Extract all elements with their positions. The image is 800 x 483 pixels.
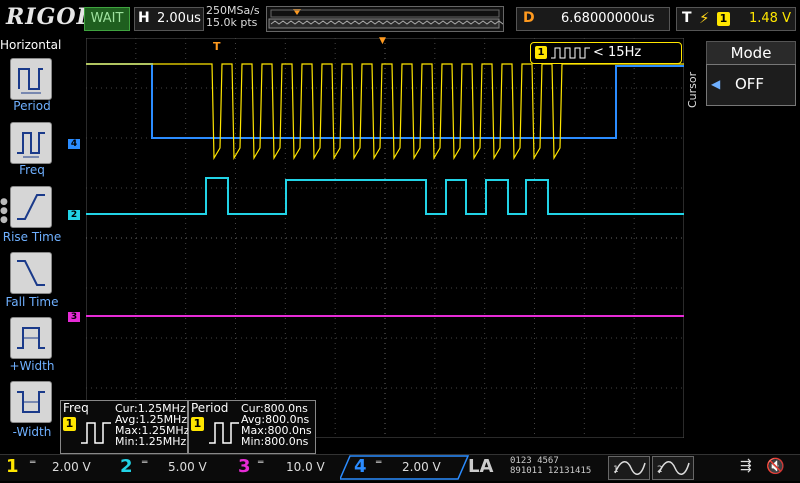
fall-time-icon — [17, 260, 45, 286]
rise-time-button[interactable] — [10, 186, 52, 228]
usb-icon: ⇶ — [740, 458, 752, 474]
menu-page-dots: ● ● ● — [0, 197, 8, 225]
measurement-channel-badge: 1 — [63, 417, 76, 431]
channel-3-scale: 10.0 V — [286, 460, 325, 474]
ch3-offset-marker[interactable]: 3 — [68, 312, 80, 322]
source-1-button[interactable]: 1 — [608, 456, 650, 480]
mode-title: Mode — [706, 41, 796, 65]
channel-1-scale: 2.00 V — [52, 460, 91, 474]
speaker-muted-icon[interactable]: 🔇 — [766, 457, 785, 475]
memory-waveform-icon — [268, 9, 503, 29]
mode-selector[interactable]: ◀ OFF — [706, 64, 796, 106]
dc-coupling-icon: ═ — [30, 458, 36, 468]
measurement-min: Min:1.25MHz — [115, 435, 187, 448]
delay-box[interactable]: D 6.68000000us — [516, 7, 670, 31]
dc-coupling-icon: ═ — [258, 458, 264, 468]
channel-4-tab[interactable]: 4 ═ 2.00 V — [348, 456, 464, 478]
period-label: Period — [13, 99, 51, 113]
frequency-icon — [81, 422, 111, 444]
measurement-values: Cur:1.25MHz Avg:1.25MHz Max:1.25MHz Min:… — [115, 403, 189, 447]
memory-overview-bar[interactable] — [266, 6, 504, 32]
freq-counter-channel-badge: 1 — [535, 46, 547, 59]
measurement-min: Min:800.0ns — [241, 435, 309, 448]
measurement-title: Period — [191, 401, 229, 415]
left-menu-title: Horizontal — [0, 38, 62, 52]
period-measurement-box[interactable]: Period 1 Cur:800.0ns Avg:800.0ns Max:800… — [188, 400, 316, 454]
timebase-value: 2.00us — [157, 11, 201, 26]
negative-width-icon — [17, 391, 45, 413]
cursor-menu-label: Cursor — [686, 71, 699, 109]
dc-coupling-icon: ═ — [376, 458, 382, 468]
channel-2-scale: 5.00 V — [168, 460, 207, 474]
trigger-source-badge: 1 — [717, 12, 730, 26]
freq-measurement-box[interactable]: Freq 1 Cur:1.25MHz Avg:1.25MHz Max:1.25M… — [60, 400, 189, 454]
measurement-channel-badge: 1 — [191, 417, 204, 431]
positive-width-label: +Width — [9, 359, 55, 373]
measurement-title: Freq — [63, 401, 89, 415]
positive-width-icon — [17, 327, 45, 349]
channel-4-scale: 2.00 V — [402, 460, 441, 474]
negative-width-button[interactable] — [10, 381, 52, 423]
logic-analyzer-label[interactable]: LA — [468, 456, 493, 477]
channel-4-number: 4 — [354, 456, 367, 477]
frequency-icon — [17, 132, 45, 158]
channel-3-tab[interactable]: 3 ═ 10.0 V — [232, 456, 348, 478]
horizontal-timebase-box[interactable]: H 2.00us — [134, 7, 204, 31]
trigger-level: 1.48 V — [749, 11, 791, 26]
source-2-number: 2 — [657, 465, 663, 475]
channel-3-number: 3 — [238, 456, 251, 477]
trigger-position-marker-icon: T — [213, 40, 221, 53]
rise-time-label: Rise Time — [2, 230, 62, 244]
fall-time-label: Fall Time — [5, 295, 59, 309]
trigger-box[interactable]: T ⚡ 1 1.48 V — [676, 7, 796, 31]
frequency-counter-readout: 1 < 15Hz — [530, 42, 682, 64]
measurement-values: Cur:800.0ns Avg:800.0ns Max:800.0ns Min:… — [241, 403, 312, 447]
square-pulse-icon — [551, 47, 590, 59]
digital-bits-bottom: 891011 12131415 — [510, 466, 592, 476]
trigger-key-label: T — [682, 10, 692, 26]
fall-time-button[interactable] — [10, 252, 52, 294]
period-button[interactable] — [10, 58, 52, 100]
center-marker-icon: ▼ — [379, 36, 386, 46]
channel-1-number: 1 — [6, 456, 19, 477]
period-icon — [18, 68, 43, 94]
dc-coupling-icon: ═ — [142, 458, 148, 468]
memory-depth: 15.0k pts — [206, 16, 258, 29]
source-2-button[interactable]: 2 — [652, 456, 694, 480]
freq-counter-value: < 15Hz — [593, 45, 642, 60]
freq-button[interactable] — [10, 122, 52, 164]
positive-width-button[interactable] — [10, 317, 52, 359]
digital-channel-bits[interactable]: 0123 4567 891011 12131415 — [510, 456, 591, 476]
acquisition-info: 250MSa/s 15.0k pts — [206, 5, 260, 29]
waveform-display[interactable] — [86, 38, 684, 438]
channel-1-tab[interactable]: 1 ═ 2.00 V — [0, 456, 116, 478]
delay-key-label: D — [523, 10, 535, 26]
horizontal-key-label: H — [138, 10, 150, 26]
negative-width-label: -Width — [12, 425, 52, 439]
ch2-offset-marker[interactable]: 2 — [68, 210, 80, 220]
period-icon — [209, 422, 239, 444]
rising-edge-icon: ⚡ — [699, 9, 710, 27]
left-arrow-icon: ◀ — [711, 77, 721, 91]
channel-2-tab[interactable]: 2 ═ 5.00 V — [116, 456, 232, 478]
delay-value: 6.68000000us — [561, 11, 655, 26]
channel-2-number: 2 — [120, 456, 133, 477]
source-1-number: 1 — [613, 465, 619, 475]
rise-time-icon — [17, 194, 45, 220]
digital-bits-top: 0123 4567 — [510, 456, 559, 466]
ch4-offset-marker[interactable]: 4 — [68, 139, 80, 149]
acquisition-status-badge: WAIT — [84, 7, 130, 31]
mode-value: OFF — [735, 75, 765, 93]
freq-label: Freq — [19, 163, 45, 177]
rigol-logo: RIGOL — [6, 4, 93, 30]
